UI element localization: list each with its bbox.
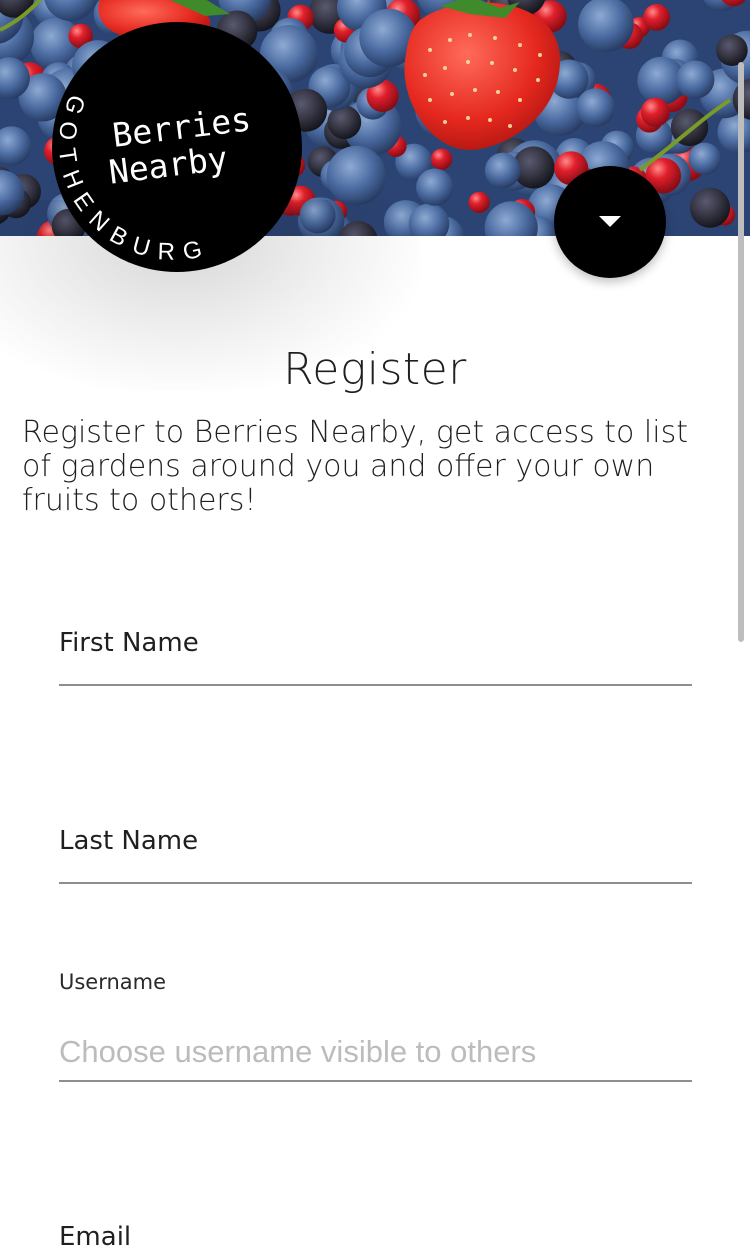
berry-shape (299, 197, 336, 234)
berry-shape (688, 142, 721, 175)
register-intro-text: Register to Berries Nearby, get access t… (22, 415, 688, 518)
berry-shape (468, 191, 490, 213)
email-field[interactable]: Email (59, 1206, 692, 1252)
berry-shape (716, 34, 748, 66)
menu-toggle-button[interactable] (554, 166, 666, 278)
last-name-field[interactable]: Last Name (59, 810, 692, 884)
first-name-input[interactable] (59, 638, 692, 674)
berry-shape (326, 145, 387, 206)
berry-shape (643, 4, 670, 31)
page-title: Register (283, 344, 467, 395)
berries-nearby-logo: GOTHENBURG Berries Nearby (52, 22, 302, 272)
berry-shape (430, 148, 453, 170)
berry-shape (484, 152, 521, 189)
berry-shape (689, 187, 731, 228)
email-input[interactable] (59, 1232, 692, 1252)
caret-down-icon (599, 216, 621, 227)
username-label: Username (59, 970, 167, 994)
first-name-field[interactable]: First Name (59, 612, 692, 686)
last-name-input[interactable] (59, 836, 692, 872)
berry-shape (416, 168, 454, 206)
berry-shape (576, 88, 615, 127)
register-page: GOTHENBURG Berries Nearby Register Regis… (0, 0, 750, 1252)
berry-shape (640, 97, 670, 127)
berry-shape (676, 60, 715, 99)
username-input[interactable] (59, 1034, 692, 1070)
page-scrollbar[interactable] (738, 62, 744, 642)
username-field[interactable]: Username (59, 970, 692, 1082)
